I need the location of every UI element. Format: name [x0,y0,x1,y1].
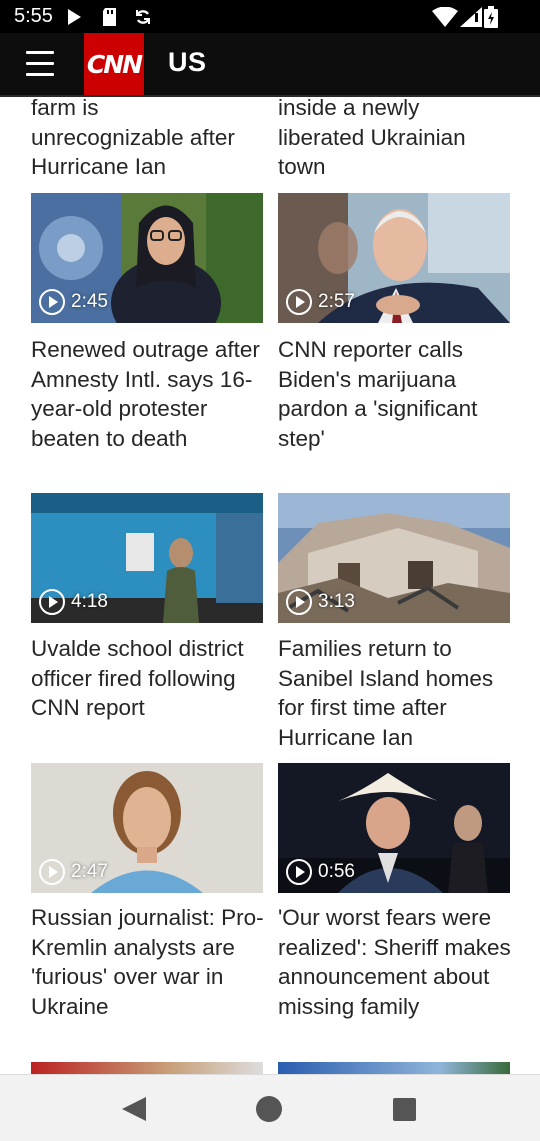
article-feed[interactable]: farm is unrecognizable after Hurricane I… [0,97,540,1074]
article-headline[interactable]: CNN reporter calls Biden's marijuana par… [278,335,514,453]
partial-headline-right[interactable]: inside a newly liberated Ukrainian town [278,97,514,182]
system-nav-bar [0,1074,540,1141]
sync-icon [136,10,150,24]
video-duration: 3:13 [318,591,355,612]
video-thumbnail[interactable]: 4:18 [31,493,263,623]
cnn-logo-text: CNN [86,49,143,79]
partial-headline-left[interactable]: farm is unrecognizable after Hurricane I… [31,97,267,182]
signal-icon [460,7,482,27]
play-protect-icon [68,9,81,25]
video-duration: 0:56 [318,861,355,882]
video-duration: 2:45 [71,291,108,312]
next-thumbnail-peek[interactable] [278,1062,510,1074]
video-thumbnail[interactable]: 0:56 [278,763,510,893]
video-duration: 2:57 [318,291,355,312]
video-duration: 2:47 [71,861,108,882]
video-duration: 4:18 [71,591,108,612]
play-icon [286,289,312,315]
play-icon [39,859,65,885]
battery-icon [484,6,498,28]
article-headline[interactable]: Renewed outrage after Amnesty Intl. says… [31,335,267,453]
video-thumbnail[interactable]: 3:13 [278,493,510,623]
menu-button[interactable] [26,51,56,77]
app-bar: CNN US [0,33,540,97]
status-time: 5:55 [14,5,53,27]
article-headline[interactable]: Russian journalist: Pro-Kremlin analysts… [31,903,267,1021]
next-thumbnail-peek[interactable] [31,1062,263,1074]
play-icon [39,289,65,315]
article-headline[interactable]: Families return to Sanibel Island homes … [278,634,514,752]
wifi-icon [432,7,458,27]
article-headline[interactable]: Uvalde school district officer fired fol… [31,634,267,723]
video-thumbnail[interactable]: 2:57 [278,193,510,323]
play-icon [39,589,65,615]
cnn-logo[interactable]: CNN [84,33,144,95]
article-headline[interactable]: 'Our worst fears were realized': Sheriff… [278,903,514,1021]
home-icon[interactable] [256,1096,282,1122]
status-bar: 5:55 [0,0,540,33]
play-icon [286,589,312,615]
video-thumbnail[interactable]: 2:45 [31,193,263,323]
play-icon [286,859,312,885]
section-title: US [168,47,207,77]
hamburger-icon [26,51,54,54]
video-thumbnail[interactable]: 2:47 [31,763,263,893]
recents-icon[interactable] [393,1098,416,1121]
back-icon[interactable] [122,1097,146,1121]
sd-card-icon [103,8,116,26]
